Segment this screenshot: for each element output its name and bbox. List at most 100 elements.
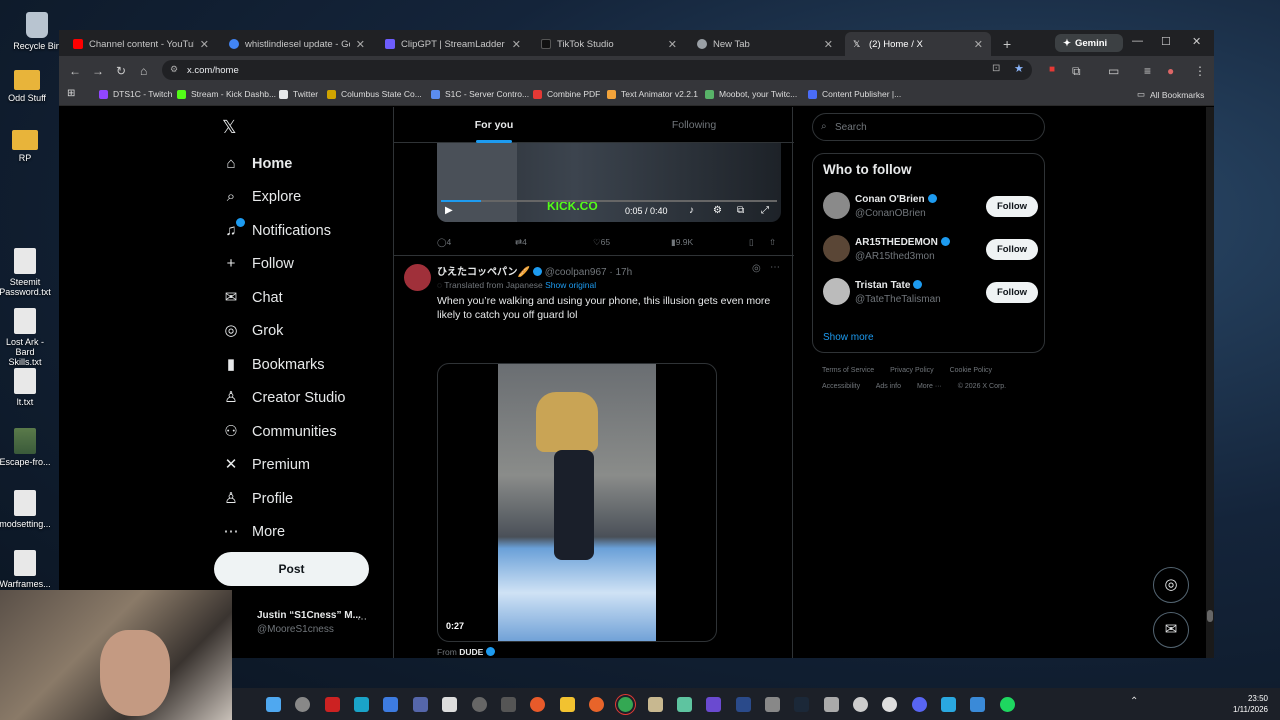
folder-icon[interactable]: RP [0, 126, 52, 163]
privacy-link[interactable]: Privacy Policy [890, 367, 934, 374]
app-icon[interactable] [970, 697, 985, 712]
tab-new-tab[interactable]: New Tab ✕ [689, 32, 841, 56]
home-icon[interactable]: ⌂ [140, 64, 147, 78]
nav-home[interactable]: ⌂ Home [222, 155, 292, 173]
all-bookmarks[interactable]: ▭ All Bookmarks [1137, 89, 1204, 100]
avatar[interactable] [823, 278, 850, 305]
follow-button[interactable]: Follow [986, 196, 1038, 217]
app-icon[interactable] [941, 697, 956, 712]
search-input[interactable]: ⌕ Search [812, 113, 1045, 141]
back-icon[interactable]: ← [69, 64, 81, 78]
suggested-user[interactable]: Conan O'Brien @ConanOBrien Follow [823, 192, 1038, 222]
scrollbar[interactable] [1206, 107, 1214, 658]
app-icon[interactable] [530, 697, 545, 712]
sidepanel-icon[interactable]: ▭ [1108, 64, 1119, 78]
text-file-icon[interactable]: Warframes... [0, 550, 52, 589]
bookmark-icon[interactable]: ▯ [749, 237, 754, 248]
more-link[interactable]: More ··· [917, 383, 942, 390]
app-icon[interactable] [765, 697, 780, 712]
maximize-icon[interactable]: ☐ [1161, 35, 1171, 48]
suggested-user[interactable]: Tristan Tate @TateTheTalisman Follow [823, 278, 1038, 308]
new-tab-button[interactable]: + [995, 32, 1019, 56]
reload-icon[interactable]: ↻ [116, 64, 126, 78]
app-icon[interactable] [882, 697, 897, 712]
app-icon[interactable] [706, 697, 721, 712]
install-app-icon[interactable]: ⊡ [992, 63, 1000, 74]
share-icon[interactable]: ⇧ [769, 237, 776, 248]
close-icon[interactable]: ✕ [974, 38, 983, 51]
fullscreen-icon[interactable]: ⤢ [761, 205, 769, 216]
nav-communities[interactable]: ⚇ Communities [222, 423, 336, 441]
bookmark-item[interactable]: Moobot, your Twitc... [705, 89, 797, 99]
terms-link[interactable]: Terms of Service [822, 367, 874, 374]
volume-icon[interactable]: ♪ [689, 205, 694, 216]
source-name[interactable]: DUDE [459, 647, 483, 657]
avatar[interactable] [823, 235, 850, 262]
gemini-button[interactable]: ✦ Gemini [1055, 34, 1123, 52]
like-button[interactable]: ♡ 65 [593, 237, 610, 248]
close-icon[interactable]: ✕ [356, 38, 365, 51]
tab-streamladder[interactable]: ClipGPT | StreamLadder ✕ [377, 32, 529, 56]
nav-follow[interactable]: + Follow [222, 255, 294, 273]
steam-icon[interactable] [794, 697, 809, 712]
forward-icon[interactable]: → [92, 64, 104, 78]
pip-icon[interactable]: ⧉ [737, 205, 744, 216]
avatar[interactable] [823, 192, 850, 219]
menu-lines-icon[interactable]: ≡ [1144, 64, 1151, 78]
text-file-icon[interactable]: modsetting... [0, 490, 52, 529]
video-player[interactable]: 0:27 [437, 363, 717, 642]
search-icon[interactable] [295, 697, 310, 712]
app-icon[interactable] [383, 697, 398, 712]
text-file-icon[interactable]: lt.txt [0, 368, 52, 407]
file-explorer-icon[interactable] [560, 697, 575, 712]
app-icon[interactable] [648, 697, 663, 712]
scrollbar-thumb[interactable] [1207, 610, 1213, 622]
suggested-user[interactable]: AR15THEDEMON @AR15thed3mon Follow [823, 235, 1038, 265]
play-icon[interactable]: ▶ [445, 205, 453, 216]
grok-float-button[interactable]: ◎ [1153, 567, 1189, 603]
address-bar[interactable]: ⚙ x.com/home ⊡ ★ [162, 60, 1032, 80]
close-window-icon[interactable]: ✕ [1192, 35, 1201, 48]
bookmark-item[interactable]: Combine PDF [533, 89, 600, 99]
app-icon[interactable] [853, 697, 868, 712]
close-icon[interactable]: ✕ [668, 38, 677, 51]
image-file-icon[interactable]: Escape-fro... [0, 428, 52, 467]
profile-avatar-icon[interactable]: ● [1167, 64, 1174, 78]
nav-notifications[interactable]: ♫ Notifications [222, 218, 331, 240]
site-info-icon[interactable]: ⚙ [170, 64, 178, 75]
tab-following[interactable]: Following [594, 119, 794, 131]
nav-explore[interactable]: ⌕ Explore [222, 188, 301, 206]
chrome-icon[interactable] [618, 697, 633, 712]
nav-creator-studio[interactable]: ♙ Creator Studio [222, 389, 345, 407]
firefox-icon[interactable] [589, 697, 604, 712]
repost-button[interactable]: ⇄ 4 [515, 237, 527, 248]
app-icon[interactable] [413, 697, 428, 712]
bookmark-item[interactable]: S1C - Server Contro... [431, 89, 529, 99]
tab-google-search[interactable]: whistlindiesel update - Google ✕ [221, 32, 373, 56]
more-dots-icon[interactable]: ⋯ [770, 262, 780, 273]
close-icon[interactable]: ✕ [824, 38, 833, 51]
close-icon[interactable]: ✕ [200, 38, 209, 51]
app-icon[interactable] [442, 697, 457, 712]
video-progress-bar[interactable] [441, 200, 777, 202]
nav-profile[interactable]: ♙ Profile [222, 490, 293, 508]
bookmark-item[interactable]: Text Animator v2.2.1 [607, 89, 698, 99]
recycle-bin-icon[interactable]: Recycle Bin [10, 12, 64, 51]
follow-button[interactable]: Follow [986, 239, 1038, 260]
extensions-icon[interactable]: ⧉ [1072, 64, 1081, 79]
spotify-icon[interactable] [1000, 697, 1015, 712]
bookmark-item[interactable]: Columbus State Co... [327, 89, 422, 99]
chevron-up-icon[interactable]: ⌃ [1130, 696, 1138, 707]
tab-youtube-studio[interactable]: Channel content - YouTube St ✕ [65, 32, 217, 56]
app-icon[interactable] [354, 697, 369, 712]
tab-x-home[interactable]: 𝕏 (2) Home / X ✕ [845, 32, 991, 56]
cookie-link[interactable]: Cookie Policy [950, 367, 992, 374]
text-file-icon[interactable]: Steemit Password.txt [0, 248, 52, 297]
follow-button[interactable]: Follow [986, 282, 1038, 303]
kebab-menu-icon[interactable]: ⋮ [1194, 64, 1206, 78]
app-icon[interactable] [501, 697, 516, 712]
apps-grid-icon[interactable]: ⊞ [67, 88, 75, 99]
post-button[interactable]: Post [214, 552, 369, 586]
nav-grok[interactable]: ◎ Grok [222, 322, 283, 340]
avatar[interactable] [404, 264, 431, 291]
